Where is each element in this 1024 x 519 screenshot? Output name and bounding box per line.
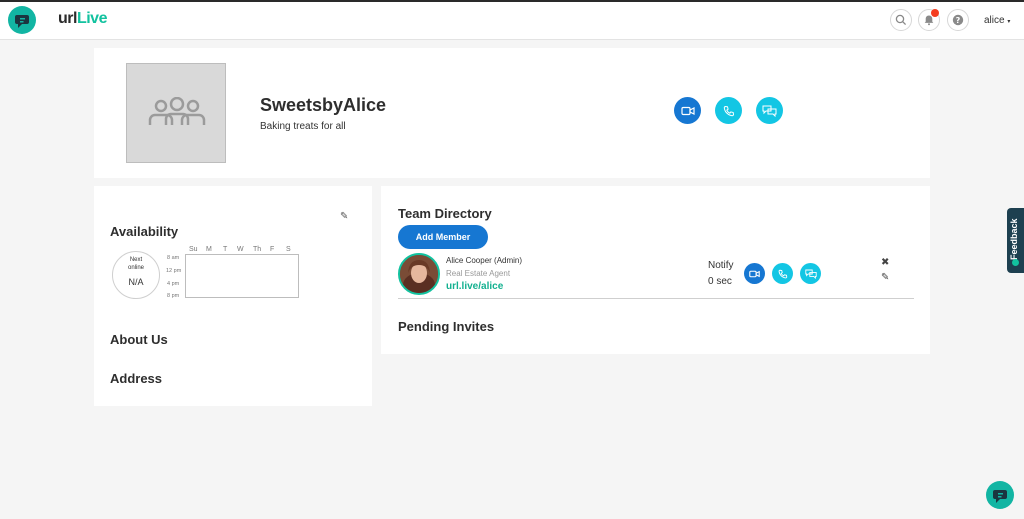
profile-header-card: SweetsbyAlice Baking treats for all — [94, 48, 930, 178]
team-directory-title: Team Directory — [398, 206, 492, 221]
chat-bubble-icon — [993, 490, 1007, 503]
member-video-call-button[interactable] — [744, 263, 765, 284]
chat-bubbles-icon — [804, 269, 817, 279]
time-label: 12 pm — [166, 268, 182, 274]
next-online-badge: Next online N/A — [112, 251, 160, 299]
time-label: 8 am — [167, 255, 180, 261]
next-online-label-1: Next — [129, 257, 143, 263]
day-label: Su — [189, 246, 198, 253]
chat-bubbles-icon — [762, 105, 777, 117]
pencil-icon[interactable]: ✎ — [340, 211, 348, 222]
schedule-grid — [185, 254, 299, 298]
notify-label: Notify — [708, 260, 734, 271]
video-camera-icon — [749, 270, 760, 277]
video-call-button[interactable] — [674, 97, 701, 124]
day-label: Th — [253, 246, 262, 253]
top-border — [0, 0, 1024, 2]
phone-icon — [723, 105, 734, 116]
chat-button[interactable] — [756, 97, 783, 124]
day-label: F — [270, 246, 275, 253]
availability-title: Availability — [110, 224, 179, 239]
brand-word-part2: Live — [76, 10, 108, 27]
address-title: Address — [110, 371, 163, 386]
member-chat-button[interactable] — [800, 263, 821, 284]
member-role: Real Estate Agent — [446, 269, 511, 278]
add-member-button[interactable]: Add Member — [398, 225, 488, 249]
floating-chat-button[interactable] — [986, 481, 1014, 509]
about-us-title: About Us — [110, 332, 168, 347]
pending-invites-title: Pending Invites — [398, 319, 495, 334]
day-label: S — [286, 246, 291, 253]
phone-call-button[interactable] — [715, 97, 742, 124]
feedback-status-dot — [1012, 259, 1019, 266]
member-url-link[interactable]: url.live/alice — [446, 281, 503, 292]
member-avatar[interactable] — [398, 253, 440, 295]
member-phone-call-button[interactable] — [772, 263, 793, 284]
day-label: M — [206, 246, 212, 253]
time-label: 4 pm — [167, 281, 180, 287]
feedback-label: Feedback — [1009, 218, 1019, 260]
member-name: Alice Cooper (Admin) — [446, 256, 523, 265]
brand-logo-icon[interactable] — [8, 6, 36, 34]
top-nav: urlLive ? alice ▾ — [0, 0, 1024, 40]
next-online-value: N/A — [128, 277, 144, 287]
help-button[interactable]: ? — [947, 9, 969, 31]
group-avatar — [126, 63, 226, 163]
svg-text:?: ? — [956, 16, 961, 25]
time-label: 8 pm — [167, 293, 180, 299]
notification-badge — [931, 9, 939, 17]
remove-member-icon[interactable]: ✖ — [881, 257, 889, 268]
team-directory-card: Team Directory Add Member Alice Cooper (… — [381, 186, 930, 354]
brand-word-part1: url — [58, 10, 77, 27]
question-icon: ? — [952, 14, 964, 26]
search-icon — [895, 14, 907, 26]
notify-value: 0 sec — [708, 276, 732, 287]
phone-icon — [778, 269, 787, 278]
video-camera-icon — [680, 106, 695, 115]
day-label: T — [223, 246, 228, 253]
next-online-label-2: online — [127, 265, 144, 271]
user-menu-label: alice — [984, 15, 1005, 26]
profile-description: Baking treats for all — [260, 121, 346, 132]
day-label: W — [237, 246, 244, 253]
brand-wordmark[interactable]: urlLive — [58, 10, 107, 28]
profile-name: SweetsbyAlice — [260, 95, 387, 115]
search-button[interactable] — [890, 9, 912, 31]
availability-card: Availability ✎ Next online N/A Su M T W … — [94, 186, 372, 406]
chevron-down-icon: ▾ — [1007, 19, 1011, 25]
row-divider — [398, 298, 914, 299]
edit-member-icon[interactable]: ✎ — [881, 272, 889, 283]
user-menu[interactable]: alice ▾ — [984, 15, 1010, 26]
group-icon — [148, 97, 206, 125]
